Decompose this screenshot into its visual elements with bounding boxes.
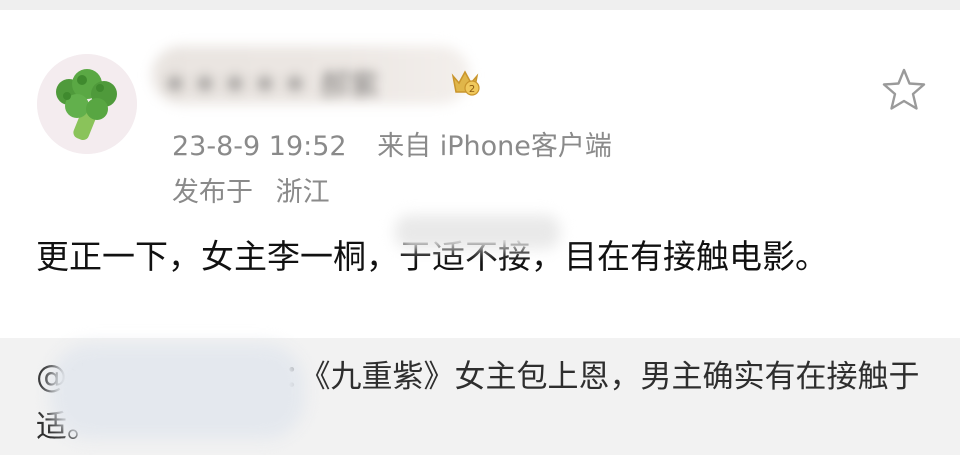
username[interactable]: ＊＊＊＊＊ 郝紫	[160, 60, 380, 104]
post-location: 发布于 浙江	[172, 170, 330, 209]
location-value: 浙江	[275, 177, 330, 208]
top-divider	[0, 0, 960, 10]
username-area[interactable]: ＊＊＊＊＊ 郝紫 2	[152, 46, 490, 108]
svg-text:2: 2	[469, 84, 475, 95]
post-source[interactable]: 来自 iPhone客户端	[377, 131, 612, 162]
location-label: 发布于	[172, 177, 253, 208]
avatar[interactable]	[37, 54, 137, 154]
broccoli-icon	[37, 54, 137, 154]
post-card: ＊＊＊＊＊ 郝紫 2 23-8-9 19:52 来自 iPhone客户端 发布于…	[0, 10, 960, 338]
favorite-star-icon[interactable]	[880, 66, 928, 114]
body-redaction	[395, 215, 560, 249]
repost-box[interactable]: @＊＊＊＊＊＊＊：《九重紫》女主包上恩，男主确实有在接触于适。	[0, 338, 960, 455]
repost-username-redaction	[50, 344, 305, 439]
post-timestamp: 23-8-9 19:52	[172, 131, 347, 162]
post-meta: 23-8-9 19:52 来自 iPhone客户端	[172, 124, 634, 163]
vip-badge-icon: 2	[450, 68, 480, 96]
